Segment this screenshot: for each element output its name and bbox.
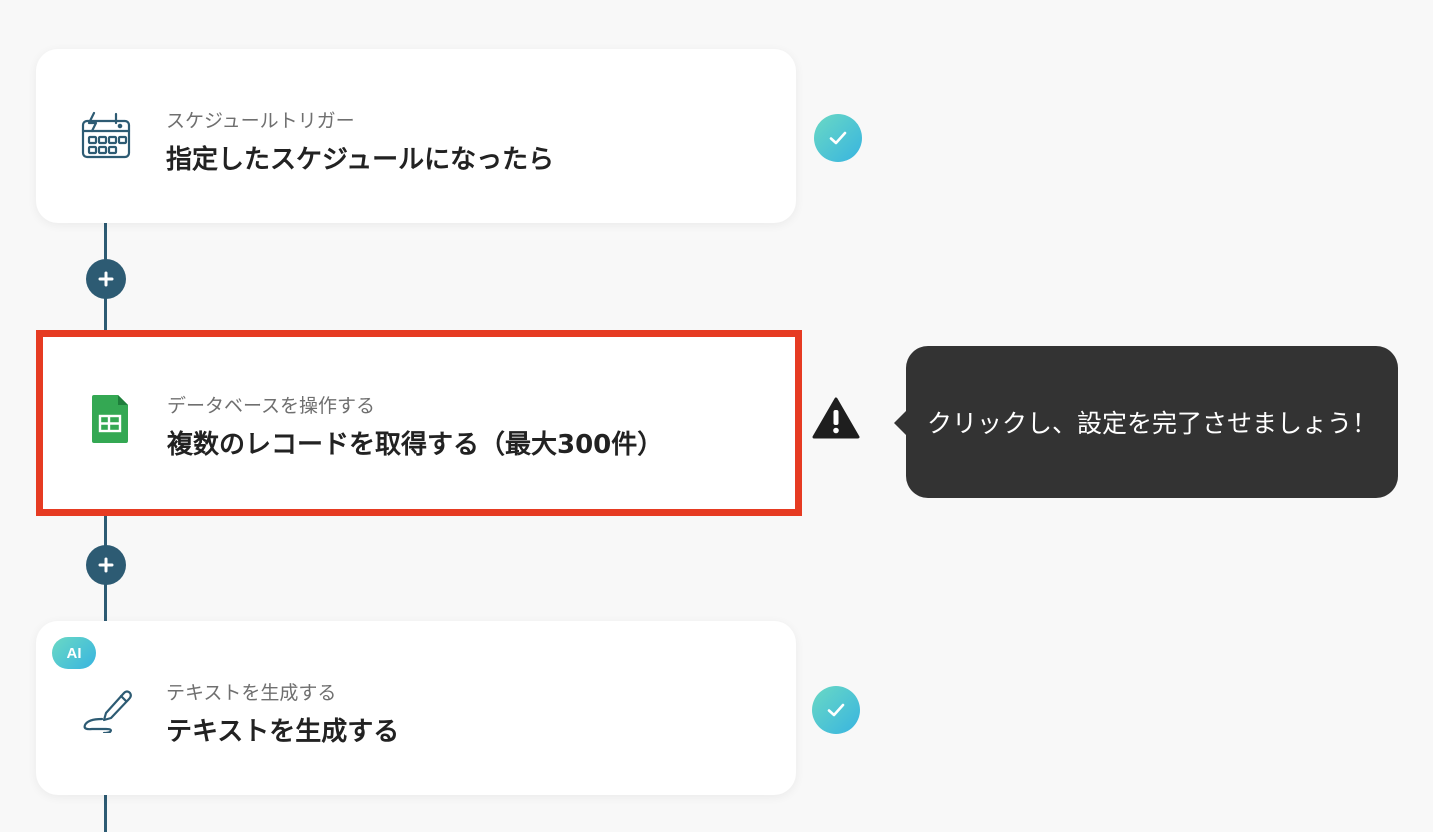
warning-icon [811,396,861,440]
step-title: 指定したスケジュールになったら [166,145,555,175]
connector-line [104,794,107,832]
checkmark-icon [827,703,845,717]
ai-badge: AI [52,637,96,669]
step-title: テキストを生成する [166,717,400,747]
flow-step-card-text-generation[interactable]: テキストを生成する テキストを生成する [36,621,796,795]
step-category-label: テキストを生成する [166,682,337,704]
setup-hint-tooltip: クリックし、設定を完了させましょう！ [906,346,1398,498]
pen-write-icon [80,681,132,735]
step-title: 複数のレコードを取得する（最大300件） [167,430,664,460]
add-step-button[interactable] [86,545,126,585]
google-sheets-icon [84,393,136,445]
flow-step-card-schedule-trigger[interactable]: スケジュールトリガー 指定したスケジュールになったら [36,49,796,223]
tooltip-text: クリックし、設定を完了させましょう！ [926,409,1377,438]
add-step-button[interactable] [86,259,126,299]
step-category-label: データベースを操作する [167,395,376,417]
step-complete-status-icon [812,686,860,734]
checkmark-icon [829,131,847,145]
step-category-label: スケジュールトリガー [166,110,355,132]
flow-step-card-database[interactable]: データベースを操作する 複数のレコードを取得する（最大300件） [36,330,802,516]
plus-icon [98,557,114,573]
schedule-calendar-icon [80,109,132,161]
step-complete-status-icon [814,114,862,162]
plus-icon [98,271,114,287]
